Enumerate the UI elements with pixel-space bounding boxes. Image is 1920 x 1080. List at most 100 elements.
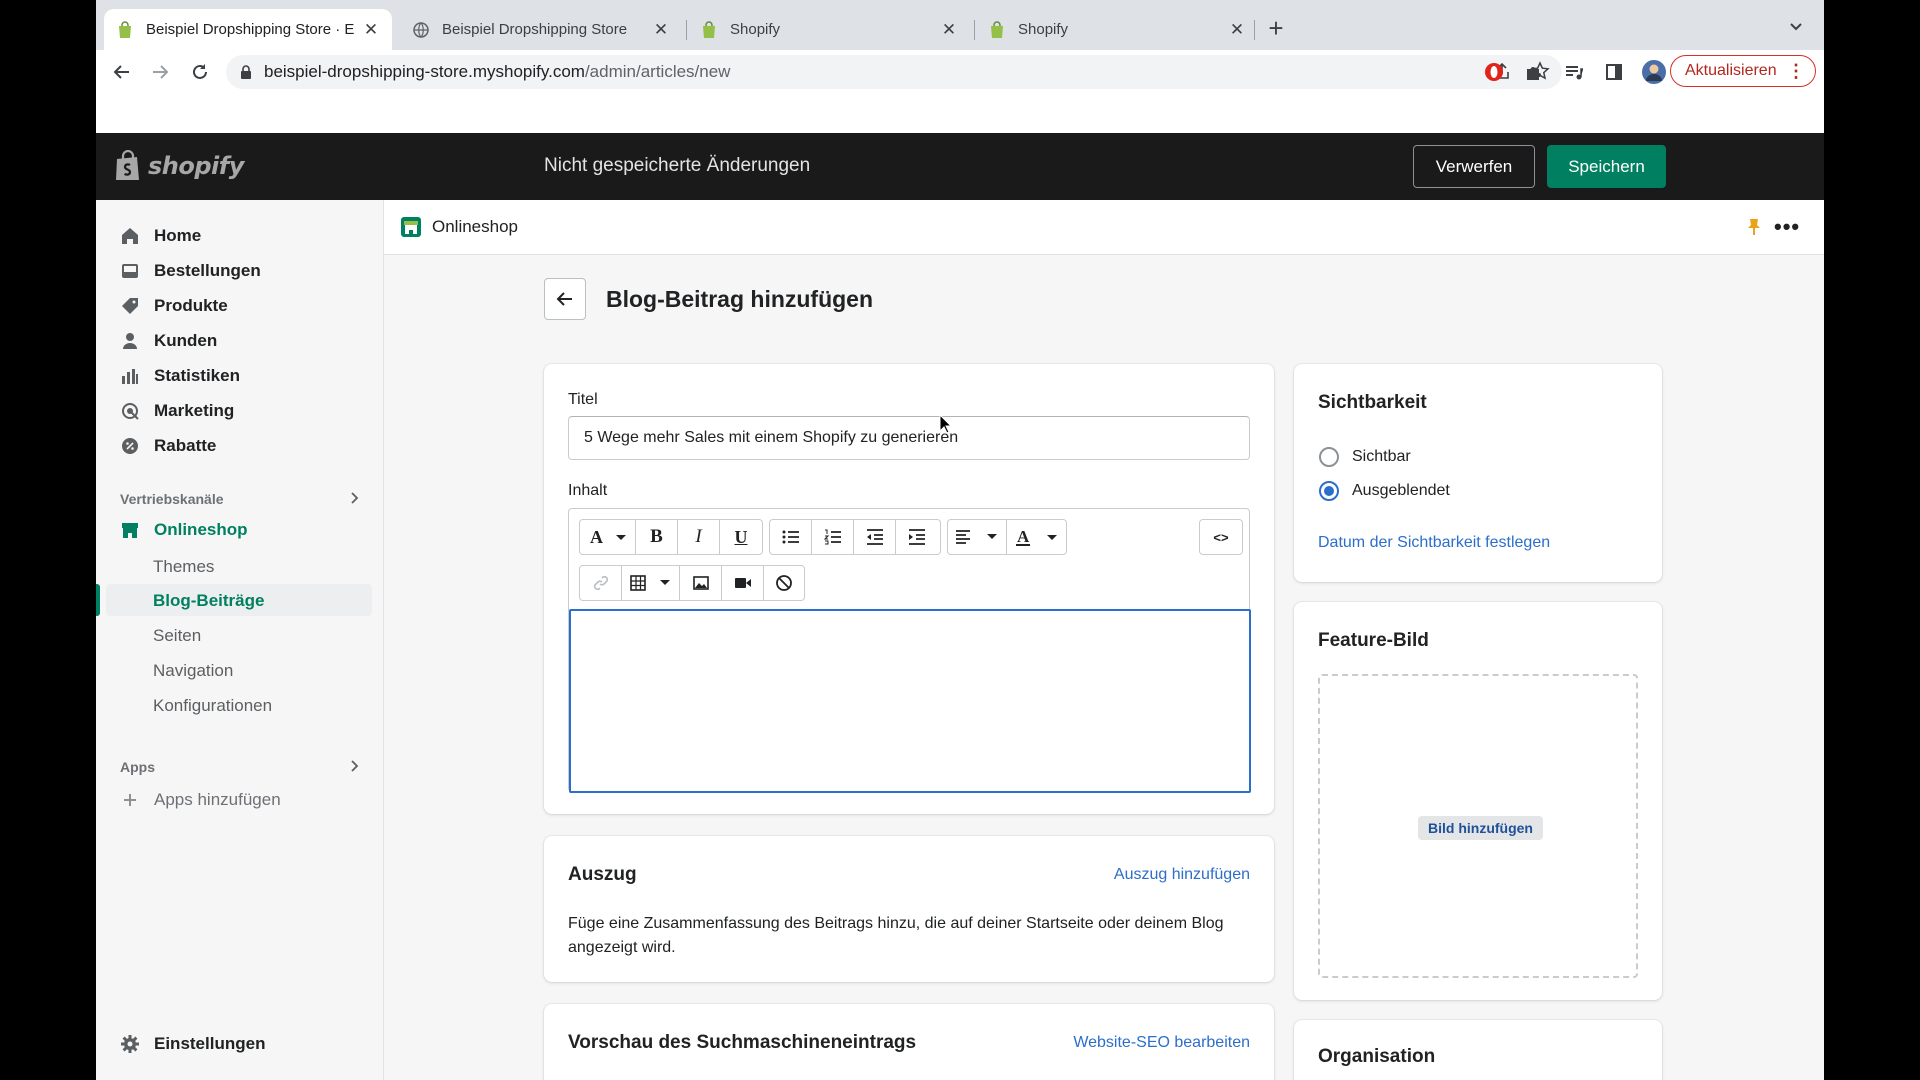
channel-name: Onlineshop bbox=[432, 217, 519, 236]
browser-tab-3[interactable]: Shopify ✕ bbox=[688, 9, 970, 50]
sidebar-item-customers[interactable]: Kunden bbox=[106, 325, 372, 357]
plus-icon bbox=[120, 790, 140, 810]
visibility-card: Sichtbarkeit Sichtbar Ausgeblendet Datum… bbox=[1294, 364, 1662, 582]
title-input[interactable]: 5 Wege mehr Sales mit einem Shopify zu g… bbox=[568, 416, 1250, 460]
bullet-list-button[interactable] bbox=[770, 520, 812, 554]
browser-tab-1[interactable]: Beispiel Dropshipping Store · E ✕ bbox=[104, 9, 392, 50]
insert-link-button[interactable] bbox=[580, 566, 622, 600]
text-color-dropdown[interactable]: A bbox=[1007, 520, 1066, 554]
italic-button[interactable]: I bbox=[678, 520, 720, 554]
seo-title: Vorschau des Suchmaschineneintrags bbox=[568, 1032, 917, 1053]
close-icon[interactable]: ✕ bbox=[652, 20, 670, 39]
chevron-right-icon[interactable] bbox=[346, 490, 362, 506]
sidebar-item-orders[interactable]: Bestellungen bbox=[106, 255, 372, 287]
sidebar-item-label: Statistiken bbox=[154, 366, 240, 385]
url-path: /admin/articles/new bbox=[584, 62, 731, 81]
sidebar-subitem-preferences[interactable]: Konfigurationen bbox=[153, 696, 272, 716]
close-icon[interactable]: ✕ bbox=[1228, 20, 1246, 39]
target-icon bbox=[120, 401, 140, 421]
admin-top-bar: shopify Nicht gespeicherte Änderungen Ve… bbox=[96, 133, 1824, 200]
shopify-bag-icon bbox=[116, 20, 134, 39]
new-tab-icon[interactable]: + bbox=[1262, 14, 1290, 42]
edit-seo-link[interactable]: Website-SEO bearbeiten bbox=[1073, 1034, 1250, 1052]
forward-arrow-icon[interactable] bbox=[148, 60, 172, 84]
code-icon: <> bbox=[1213, 529, 1229, 545]
outdent-button[interactable] bbox=[854, 520, 896, 554]
sidebar-subitem-themes[interactable]: Themes bbox=[153, 557, 214, 577]
chevron-right-icon[interactable] bbox=[346, 758, 362, 774]
reload-icon[interactable] bbox=[188, 60, 212, 84]
shopify-bag-icon bbox=[116, 150, 139, 180]
clear-formatting-button[interactable] bbox=[764, 566, 804, 600]
content-textarea[interactable] bbox=[569, 609, 1251, 793]
apps-label: Apps bbox=[120, 759, 155, 775]
sidebar-item-products[interactable]: Produkte bbox=[106, 290, 372, 322]
outdent-icon bbox=[866, 529, 883, 545]
insert-image-button[interactable] bbox=[680, 566, 722, 600]
add-image-button[interactable]: Bild hinzufügen bbox=[1418, 816, 1543, 840]
close-icon[interactable]: ✕ bbox=[940, 20, 958, 39]
insert-table-dropdown[interactable] bbox=[622, 566, 680, 600]
url-host: beispiel-dropshipping-store.myshopify.co… bbox=[264, 62, 585, 81]
bold-icon: B bbox=[650, 526, 663, 547]
sidebar-item-settings[interactable]: Einstellungen bbox=[106, 1028, 372, 1060]
indent-button[interactable] bbox=[896, 520, 938, 554]
shopify-logo[interactable]: shopify bbox=[114, 150, 244, 182]
seo-preview-card: Vorschau des Suchmaschineneintrags Websi… bbox=[544, 1004, 1274, 1080]
insert-video-button[interactable] bbox=[722, 566, 764, 600]
sidebar-item-add-apps[interactable]: Apps hinzufügen bbox=[106, 784, 372, 816]
back-arrow-icon[interactable] bbox=[110, 60, 134, 84]
align-dropdown[interactable] bbox=[948, 520, 1008, 554]
numbered-list-button[interactable] bbox=[812, 520, 854, 554]
back-button[interactable] bbox=[544, 278, 586, 320]
sidebar-item-online-store[interactable]: Onlineshop bbox=[106, 514, 372, 546]
more-horizontal-icon[interactable]: ••• bbox=[1774, 214, 1800, 240]
html-code-button[interactable]: <> bbox=[1200, 520, 1242, 554]
visible-radio-label[interactable]: Sichtbar bbox=[1352, 448, 1411, 466]
media-queue-icon[interactable] bbox=[1562, 60, 1586, 84]
sidebar-subitem-blog-posts[interactable]: Blog-Beiträge bbox=[153, 591, 264, 611]
pin-icon[interactable] bbox=[1746, 218, 1762, 241]
set-visibility-date-link[interactable]: Datum der Sichtbarkeit festlegen bbox=[1318, 534, 1550, 552]
chevron-down-icon[interactable] bbox=[1786, 16, 1806, 36]
visibility-title: Sichtbarkeit bbox=[1318, 392, 1427, 413]
sidebar-item-marketing[interactable]: Marketing bbox=[106, 395, 372, 427]
address-bar[interactable]: beispiel-dropshipping-store.myshopify.co… bbox=[226, 55, 1562, 89]
browser-tab-4[interactable]: Shopify ✕ bbox=[976, 9, 1258, 50]
puzzle-icon[interactable] bbox=[1522, 60, 1546, 84]
bold-button[interactable]: B bbox=[636, 520, 678, 554]
tab-separator bbox=[686, 20, 687, 40]
organisation-title: Organisation bbox=[1318, 1046, 1436, 1067]
unsaved-changes-text: Nicht gespeicherte Änderungen bbox=[544, 155, 811, 176]
discard-button[interactable]: Verwerfen bbox=[1413, 145, 1535, 188]
underline-icon: U bbox=[734, 526, 748, 547]
insert-group bbox=[579, 565, 805, 601]
image-dropzone[interactable]: Bild hinzufügen bbox=[1318, 674, 1638, 978]
save-button[interactable]: Speichern bbox=[1547, 145, 1666, 188]
add-excerpt-link[interactable]: Auszug hinzufügen bbox=[1114, 866, 1250, 884]
selected-indicator bbox=[96, 584, 100, 616]
text-style-dropdown[interactable]: A bbox=[580, 520, 636, 554]
side-panel-icon[interactable] bbox=[1602, 60, 1626, 84]
sidebar-subitem-navigation[interactable]: Navigation bbox=[153, 661, 233, 681]
hidden-radio-label[interactable]: Ausgeblendet bbox=[1352, 482, 1450, 500]
underline-button[interactable]: U bbox=[720, 520, 762, 554]
sidebar-item-analytics[interactable]: Statistiken bbox=[106, 360, 372, 392]
hidden-radio[interactable] bbox=[1319, 481, 1339, 501]
tab-bar: Beispiel Dropshipping Store · E ✕ Beispi… bbox=[96, 0, 1824, 50]
svg-text:A: A bbox=[590, 527, 603, 547]
visible-radio[interactable] bbox=[1319, 447, 1339, 467]
profile-avatar-icon[interactable] bbox=[1642, 60, 1666, 84]
person-icon bbox=[120, 331, 140, 351]
browser-tab-2[interactable]: Beispiel Dropshipping Store ✕ bbox=[400, 9, 682, 50]
sidebar-subitem-pages[interactable]: Seiten bbox=[153, 626, 201, 646]
close-icon[interactable]: ✕ bbox=[362, 20, 380, 39]
text-color-icon: A bbox=[1015, 527, 1057, 546]
sidebar-item-home[interactable]: Home bbox=[106, 220, 372, 252]
sidebar-item-label: Apps hinzufügen bbox=[154, 790, 281, 809]
tag-icon bbox=[120, 296, 140, 316]
sidebar-item-discounts[interactable]: Rabatte bbox=[106, 430, 372, 462]
title-label: Titel bbox=[568, 391, 598, 408]
opera-extension-icon[interactable] bbox=[1482, 60, 1506, 84]
update-browser-button[interactable]: Aktualisieren ⋮ bbox=[1670, 55, 1816, 87]
